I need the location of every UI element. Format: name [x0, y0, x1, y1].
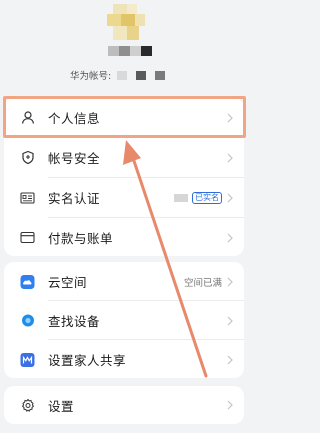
services-menu-card: 云空间 空间已满 查找设备 设置家人共享	[4, 262, 244, 378]
chevron-right-icon	[227, 400, 233, 410]
shield-icon	[20, 150, 35, 165]
account-id-mosaic	[117, 70, 166, 80]
account-label: 华为帐号:	[70, 71, 112, 82]
cloud-icon	[20, 274, 35, 289]
masked-name-mosaic	[174, 193, 188, 202]
chevron-right-icon	[227, 277, 233, 286]
avatar[interactable]	[107, 4, 145, 40]
chevron-right-icon	[227, 193, 233, 202]
id-card-icon	[20, 190, 35, 205]
profile-header: 华为帐号:	[0, 0, 263, 92]
menu-item-label: 个人信息	[48, 111, 101, 126]
menu-item-settings[interactable]: 设置	[4, 386, 244, 424]
menu-item-personal-info[interactable]: 个人信息	[4, 98, 244, 137]
menu-item-label: 帐号安全	[48, 151, 101, 166]
chevron-right-icon	[227, 113, 233, 122]
menu-item-cloud-space[interactable]: 云空间 空间已满	[4, 262, 244, 301]
chevron-right-icon	[227, 355, 233, 364]
verified-status: 已实名	[174, 191, 222, 204]
credit-card-icon	[20, 230, 35, 245]
find-device-icon	[20, 313, 35, 328]
family-share-icon	[20, 352, 35, 367]
menu-item-family-sharing[interactable]: 设置家人共享	[4, 340, 244, 378]
menu-item-real-name-verification[interactable]: 实名认证 已实名	[4, 178, 244, 217]
cloud-status: 空间已满	[183, 277, 222, 289]
chevron-right-icon	[227, 316, 233, 325]
menu-item-account-security[interactable]: 帐号安全	[4, 138, 244, 177]
menu-item-find-device[interactable]: 查找设备	[4, 301, 244, 340]
chevron-right-icon	[227, 153, 233, 162]
settings-card: 设置	[4, 386, 244, 424]
menu-item-label: 实名认证	[48, 191, 101, 206]
account-menu-card: 个人信息 帐号安全 实名认证 已实名 付款与账单	[4, 98, 244, 256]
menu-item-label: 付款与账单	[48, 231, 114, 246]
menu-item-label: 设置	[48, 398, 75, 414]
account-line: 华为帐号:	[70, 68, 166, 82]
chevron-right-icon	[227, 233, 233, 242]
gear-icon	[20, 398, 35, 413]
user-name-mosaic	[108, 46, 152, 56]
menu-item-label: 设置家人共享	[48, 353, 127, 368]
menu-item-label: 云空间	[48, 275, 88, 290]
person-icon	[20, 110, 35, 125]
menu-item-payment-billing[interactable]: 付款与账单	[4, 218, 244, 256]
verified-badge: 已实名	[192, 191, 222, 204]
menu-item-label: 查找设备	[48, 314, 101, 329]
